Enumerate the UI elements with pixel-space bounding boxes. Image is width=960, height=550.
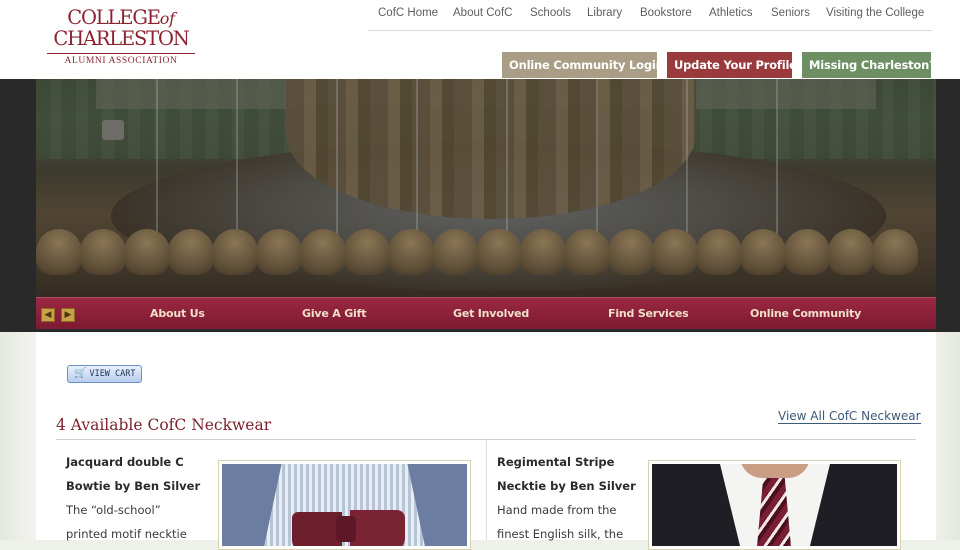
college-logo[interactable]: COLLEGEof CHARLESTON ALUMNI ASSOCIATION xyxy=(46,8,196,68)
logo-divider xyxy=(47,53,195,54)
cart-icon: 🛒 xyxy=(74,368,87,379)
view-cart-button[interactable]: 🛒 VIEW CART xyxy=(67,365,142,383)
top-nav-library[interactable]: Library xyxy=(587,7,622,19)
update-profile-button[interactable]: Update Your Profile xyxy=(667,52,797,78)
arrow-left-icon[interactable]: ◀ xyxy=(41,308,55,322)
product-name-bowtie[interactable]: Jacquard double C Bowtie by Ben Silver xyxy=(66,450,200,498)
product-name-necktie[interactable]: Regimental Stripe Necktie by Ben Silver xyxy=(497,450,636,498)
site-header: COLLEGEof CHARLESTON ALUMNI ASSOCIATION … xyxy=(0,0,960,79)
arrow-right-icon[interactable]: ▶ xyxy=(61,308,75,322)
logo-line-college: COLLEGEof xyxy=(67,6,175,29)
top-nav-seniors[interactable]: Seniors xyxy=(771,7,810,19)
top-nav-visiting[interactable]: Visiting the College xyxy=(826,7,924,19)
top-nav-bookstore[interactable]: Bookstore xyxy=(640,7,692,19)
logo-subtitle: ALUMNI ASSOCIATION xyxy=(64,56,178,66)
hero-fountain-image xyxy=(36,79,936,297)
view-all-neckwear-link[interactable]: View All CofC Neckwear xyxy=(778,409,921,424)
fountain-petals xyxy=(36,229,936,297)
main-nav-online-community[interactable]: Online Community xyxy=(750,307,861,320)
main-nav-bar: ◀ ▶ About Us Give A Gift Get Involved Fi… xyxy=(36,297,936,329)
online-community-login-button[interactable]: Online Community Login xyxy=(502,52,664,78)
main-nav-get-involved[interactable]: Get Involved xyxy=(453,307,529,320)
logo-line-charleston: CHARLESTON xyxy=(53,27,189,50)
top-nav-athletics[interactable]: Athletics xyxy=(709,7,752,19)
main-nav-give-a-gift[interactable]: Give A Gift xyxy=(302,307,366,320)
top-nav-schools[interactable]: Schools xyxy=(530,7,571,19)
main-content: 🛒 VIEW CART 4 Available CofC Neckwear Vie… xyxy=(36,332,936,550)
section-title: 4 Available CofC Neckwear xyxy=(56,416,272,434)
main-nav-about-us[interactable]: About Us xyxy=(150,307,205,320)
column-divider xyxy=(486,440,487,540)
product-image-bowtie[interactable] xyxy=(218,460,471,550)
missing-charleston-button[interactable]: Missing Charleston? xyxy=(802,52,936,78)
top-nav-cofc-home[interactable]: CofC Home xyxy=(378,7,438,19)
main-nav-find-services[interactable]: Find Services xyxy=(608,307,689,320)
top-nav-about-cofc[interactable]: About CofC xyxy=(453,7,512,19)
product-desc-bowtie: The “old-school” printed motif necktie xyxy=(66,503,187,541)
product-image-necktie[interactable] xyxy=(648,460,901,550)
product-desc-necktie: Hand made from the finest English silk, … xyxy=(497,503,624,541)
utility-nav: CofC Home About CofC Schools Library Boo… xyxy=(368,0,932,31)
